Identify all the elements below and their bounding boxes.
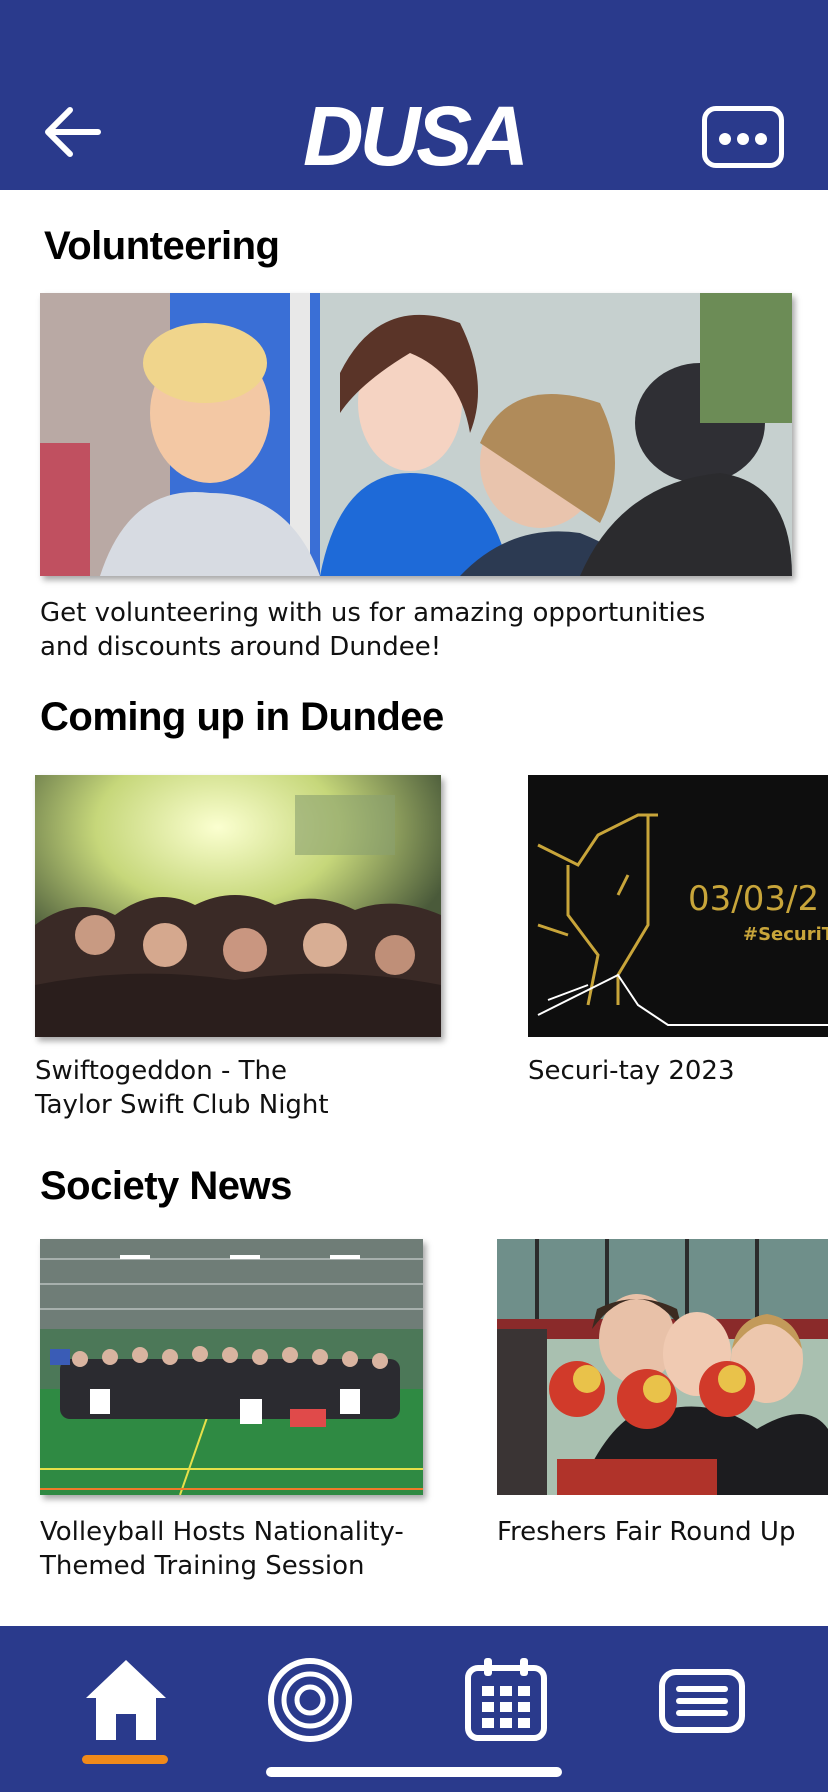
event-card-image-securitay[interactable]: 03/03/2 #SecuriT: [528, 775, 828, 1037]
news-card-title[interactable]: Freshers Fair Round Up: [497, 1515, 795, 1549]
home-icon[interactable]: [82, 1656, 170, 1744]
event-card-title-line2[interactable]: Taylor Swift Club Night: [35, 1088, 329, 1122]
news-title: Society News: [40, 1164, 292, 1208]
news-card-title-line2[interactable]: Themed Training Session: [40, 1549, 365, 1583]
news-card-image-freshers[interactable]: [497, 1239, 828, 1495]
volunteering-image[interactable]: [40, 293, 792, 576]
target-icon[interactable]: [266, 1656, 354, 1744]
events-title: Coming up in Dundee: [40, 695, 444, 739]
event-card-image-swiftogeddon[interactable]: [35, 775, 441, 1037]
calendar-icon[interactable]: [462, 1656, 550, 1744]
volunteering-title: Volunteering: [44, 224, 280, 268]
more-dots-icon[interactable]: [702, 106, 784, 168]
active-tab-indicator: [82, 1755, 168, 1764]
news-card-title-line1[interactable]: Volleyball Hosts Nationality-: [40, 1515, 404, 1549]
menu-icon[interactable]: [658, 1656, 746, 1744]
event-card-title-line1[interactable]: Swiftogeddon - The: [35, 1054, 287, 1088]
svg-text:03/03/2: 03/03/2: [688, 879, 819, 919]
event-card-title[interactable]: Securi-tay 2023: [528, 1054, 735, 1088]
svg-text:#SecuriT: #SecuriT: [743, 924, 828, 945]
news-card-image-volleyball[interactable]: [40, 1239, 423, 1495]
volunteering-description-line2: and discounts around Dundee!: [40, 632, 442, 662]
home-indicator[interactable]: [266, 1767, 562, 1777]
volunteering-description-line1: Get volunteering with us for amazing opp…: [40, 598, 706, 628]
